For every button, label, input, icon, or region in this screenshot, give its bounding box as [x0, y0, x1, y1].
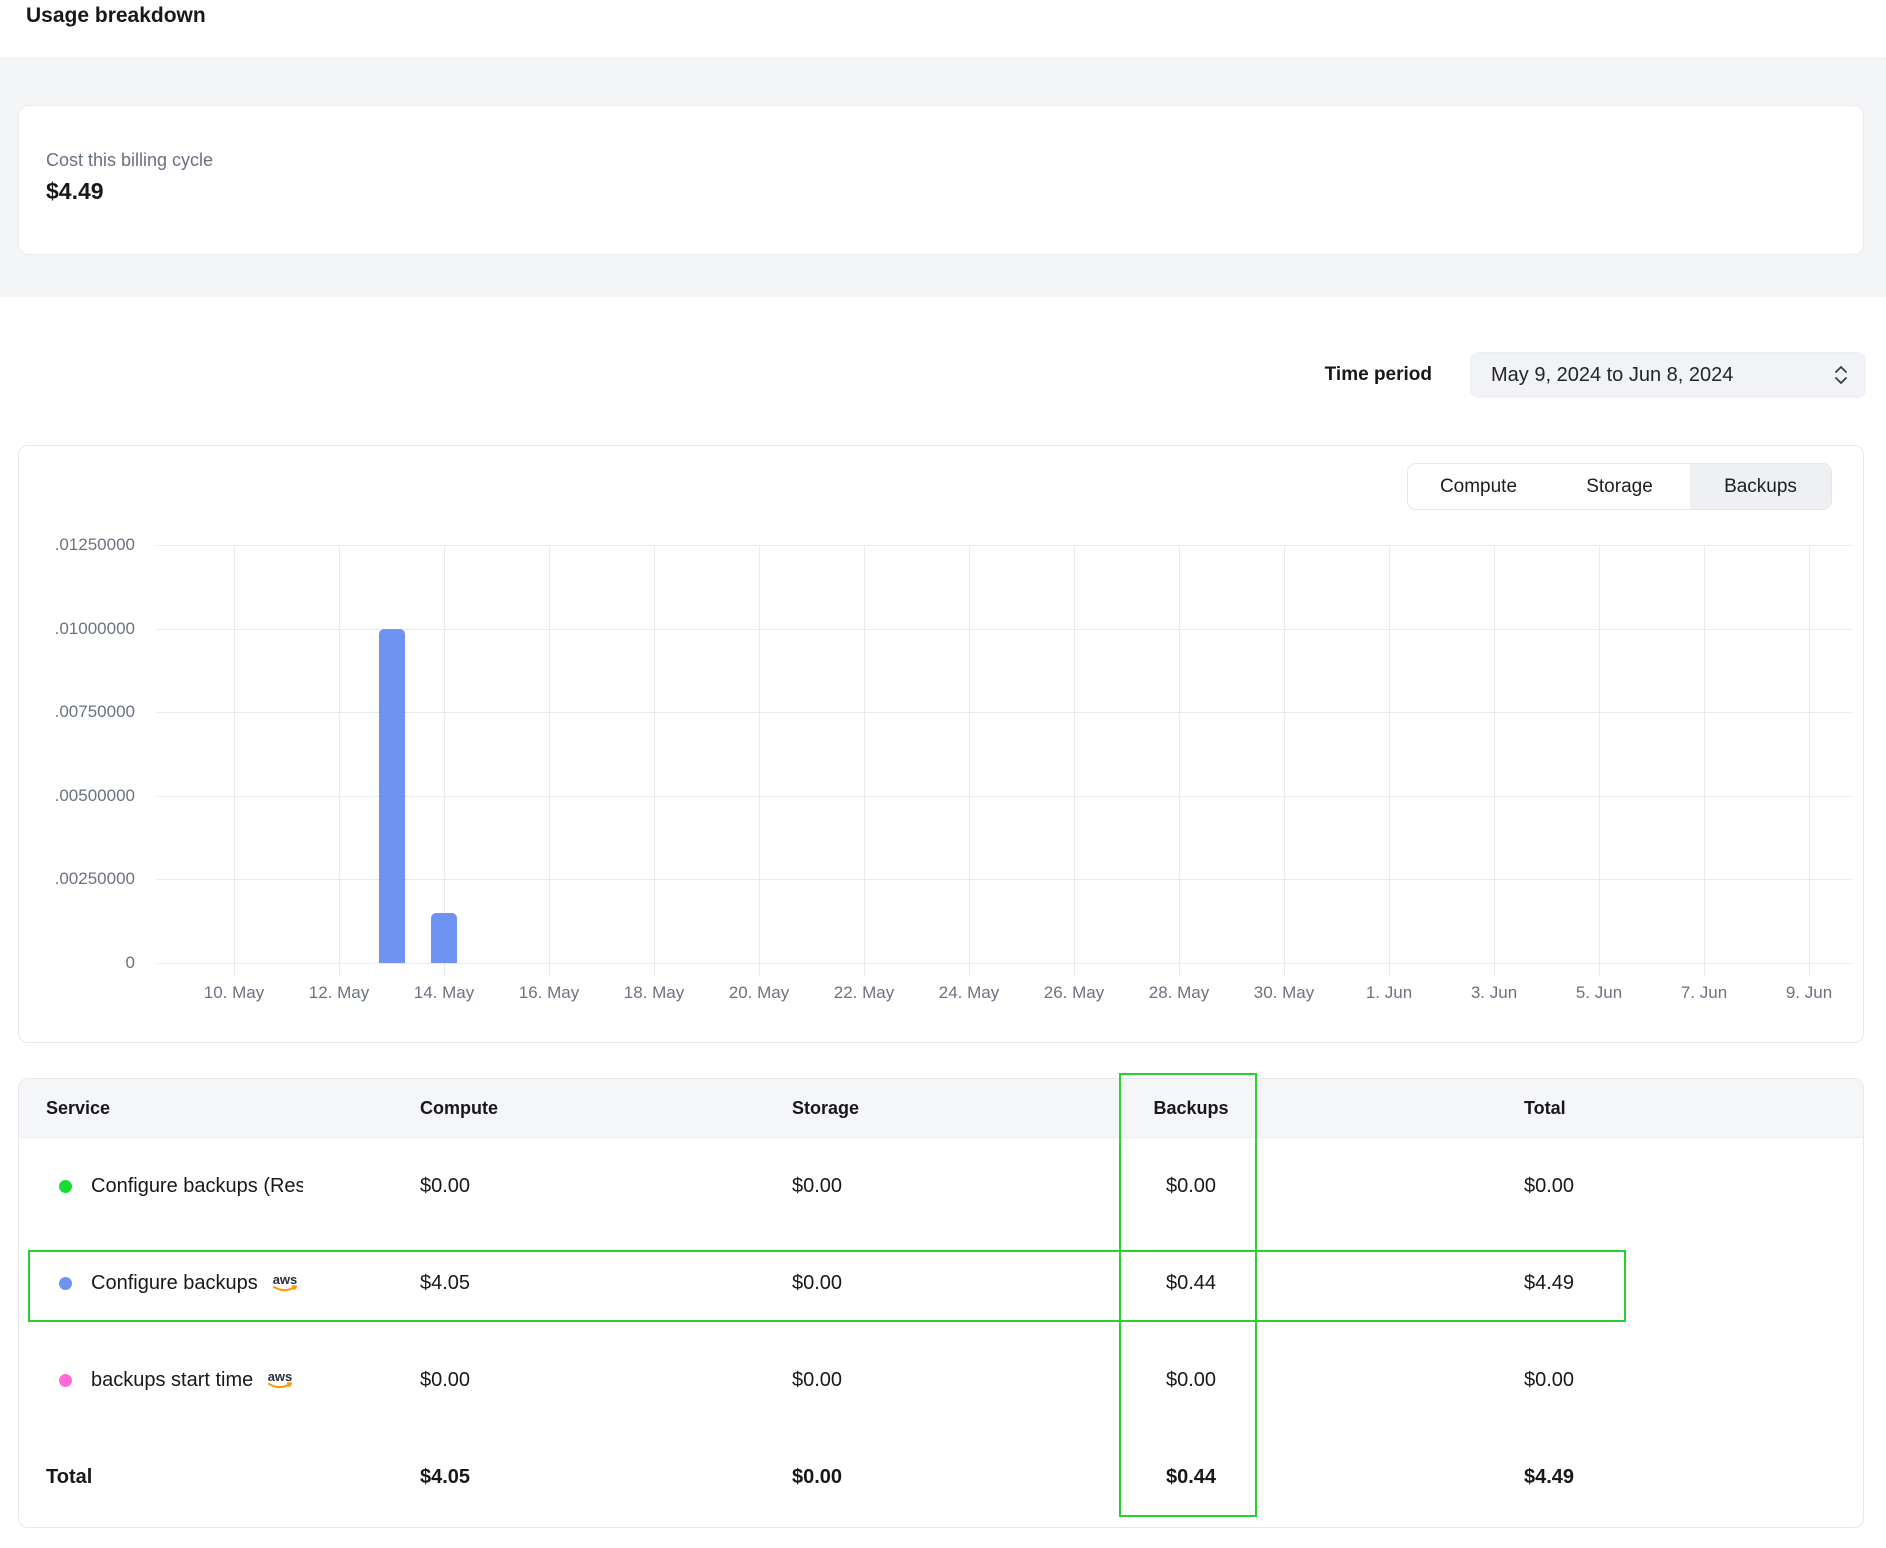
chevron-updown-icon — [1833, 364, 1849, 386]
usage-breakdown-page: Usage breakdown Cost this billing cycle … — [0, 0, 1886, 1548]
service-name: Configure backups — [91, 1272, 258, 1295]
table-row: Configure backups aws $4.05$0.00$0.44$4.49 — [19, 1235, 1863, 1332]
y-axis-tick-label: .01250000 — [19, 534, 135, 556]
bar-chart-plot-area: 10. May12. May14. May16. May18. May20. M… — [157, 545, 1853, 963]
service-cell: backups start time aws — [19, 1369, 420, 1393]
x-gridline — [969, 545, 970, 976]
x-axis-tick-label: 24. May — [917, 982, 1021, 1004]
time-period-select[interactable]: May 9, 2024 to Jun 8, 2024 — [1470, 352, 1866, 398]
column-header-service: Service — [19, 1098, 420, 1119]
column-header-storage: Storage — [792, 1098, 1041, 1119]
y-axis-tick-label: .01000000 — [19, 618, 135, 640]
usage-bar-14-may[interactable] — [431, 913, 457, 963]
tab-storage[interactable]: Storage — [1549, 464, 1690, 509]
total-total: $4.49 — [1341, 1466, 1863, 1489]
service-name: backups start time — [91, 1369, 253, 1392]
chart-metric-tabs: ComputeStorageBackups — [1407, 463, 1832, 510]
y-axis-tick-label: 0 — [19, 952, 135, 974]
cell-total: $0.00 — [1341, 1369, 1863, 1392]
cell-backups: $0.00 — [1041, 1369, 1341, 1392]
x-gridline — [1179, 545, 1180, 976]
x-gridline — [1074, 545, 1075, 976]
cell-storage: $0.00 — [792, 1272, 1041, 1295]
cell-compute: $0.00 — [420, 1175, 792, 1198]
x-axis-tick-label: 22. May — [812, 982, 916, 1004]
total-storage: $0.00 — [792, 1466, 1041, 1489]
table-row: backups start timeaws$0.00$0.00$0.00$0.0… — [19, 1332, 1863, 1429]
x-gridline — [1389, 545, 1390, 976]
total-row-label: Total — [19, 1466, 420, 1489]
service-cell: Configure backups (Resto — [19, 1175, 420, 1198]
x-axis-tick-label: 20. May — [707, 982, 811, 1004]
y-axis-tick-label: .00250000 — [19, 868, 135, 890]
x-axis-tick-label: 5. Jun — [1547, 982, 1651, 1004]
x-gridline — [444, 545, 445, 976]
tab-compute[interactable]: Compute — [1408, 464, 1549, 509]
x-axis-tick-label: 1. Jun — [1337, 982, 1441, 1004]
time-period-label: Time period — [1325, 364, 1432, 386]
cell-compute: $0.00 — [420, 1369, 792, 1392]
page-title: Usage breakdown — [26, 4, 206, 28]
usage-chart-card: ComputeStorageBackups .01250000 .01000000… — [18, 445, 1864, 1043]
x-gridline — [864, 545, 865, 976]
x-axis-tick-label: 7. Jun — [1652, 982, 1756, 1004]
x-gridline — [1599, 545, 1600, 976]
x-gridline — [339, 545, 340, 976]
cell-storage: $0.00 — [792, 1369, 1041, 1392]
svg-text:aws: aws — [268, 1369, 293, 1384]
service-name: Configure backups (Resto — [91, 1175, 303, 1198]
x-gridline — [654, 545, 655, 976]
x-axis-tick-label: 28. May — [1127, 982, 1231, 1004]
x-axis-tick-label: 30. May — [1232, 982, 1336, 1004]
x-axis-tick-label: 10. May — [182, 982, 286, 1004]
table-row: Configure backups (Resto$0.00$0.00$0.00$… — [19, 1138, 1863, 1235]
x-gridline — [1704, 545, 1705, 976]
svg-text:aws: aws — [272, 1272, 297, 1287]
cell-backups: $0.00 — [1041, 1175, 1341, 1198]
cell-storage: $0.00 — [792, 1175, 1041, 1198]
y-axis-tick-label: .00500000 — [19, 785, 135, 807]
cell-backups: $0.44 — [1041, 1272, 1341, 1295]
x-axis-tick-label: 14. May — [392, 982, 496, 1004]
x-gridline — [549, 545, 550, 976]
service-cell: Configure backups aws — [19, 1272, 420, 1296]
billing-summary-band: Cost this billing cycle $4.49 — [0, 58, 1886, 297]
y-axis-labels: .01250000 .01000000 .00750000 .00500000 .002… — [19, 446, 135, 1044]
x-gridline — [1809, 545, 1810, 976]
x-gridline — [1494, 545, 1495, 976]
x-axis-tick-label: 12. May — [287, 982, 391, 1004]
total-backups: $0.44 — [1041, 1466, 1341, 1489]
table-header-row: ServiceComputeStorageBackupsTotal — [19, 1079, 1863, 1138]
usage-bar-13-may[interactable] — [379, 629, 405, 963]
column-header-total: Total — [1341, 1098, 1863, 1119]
x-gridline — [1284, 545, 1285, 976]
x-gridline — [234, 545, 235, 976]
tab-backups[interactable]: Backups — [1690, 464, 1831, 509]
service-dot-icon — [59, 1180, 72, 1193]
cell-compute: $4.05 — [420, 1272, 792, 1295]
cell-total: $0.00 — [1341, 1175, 1863, 1198]
time-period-row: Time period May 9, 2024 to Jun 8, 2024 — [0, 352, 1866, 398]
billing-cycle-label: Cost this billing cycle — [46, 150, 213, 171]
service-dot-icon — [59, 1277, 72, 1290]
column-header-compute: Compute — [420, 1098, 792, 1119]
x-axis-tick-label: 26. May — [1022, 982, 1126, 1004]
billing-cycle-card: Cost this billing cycle $4.49 — [18, 105, 1864, 255]
time-period-value: May 9, 2024 to Jun 8, 2024 — [1491, 364, 1733, 387]
aws-icon: aws — [270, 1272, 302, 1296]
y-axis-tick-label: .00750000 — [19, 701, 135, 723]
service-dot-icon — [59, 1374, 72, 1387]
cell-total: $4.49 — [1341, 1272, 1863, 1295]
x-axis-tick-label: 9. Jun — [1757, 982, 1861, 1004]
usage-table-card: ServiceComputeStorageBackupsTotal Config… — [18, 1078, 1864, 1528]
column-header-backups: Backups — [1041, 1098, 1341, 1119]
billing-cycle-amount: $4.49 — [46, 178, 104, 205]
x-gridline — [759, 545, 760, 976]
x-axis-tick-label: 18. May — [602, 982, 706, 1004]
x-axis-tick-label: 3. Jun — [1442, 982, 1546, 1004]
aws-icon: aws — [265, 1369, 297, 1393]
table-total-row: Total$4.05$0.00$0.44$4.49 — [19, 1429, 1863, 1526]
total-compute: $4.05 — [420, 1466, 792, 1489]
x-axis-tick-label: 16. May — [497, 982, 601, 1004]
